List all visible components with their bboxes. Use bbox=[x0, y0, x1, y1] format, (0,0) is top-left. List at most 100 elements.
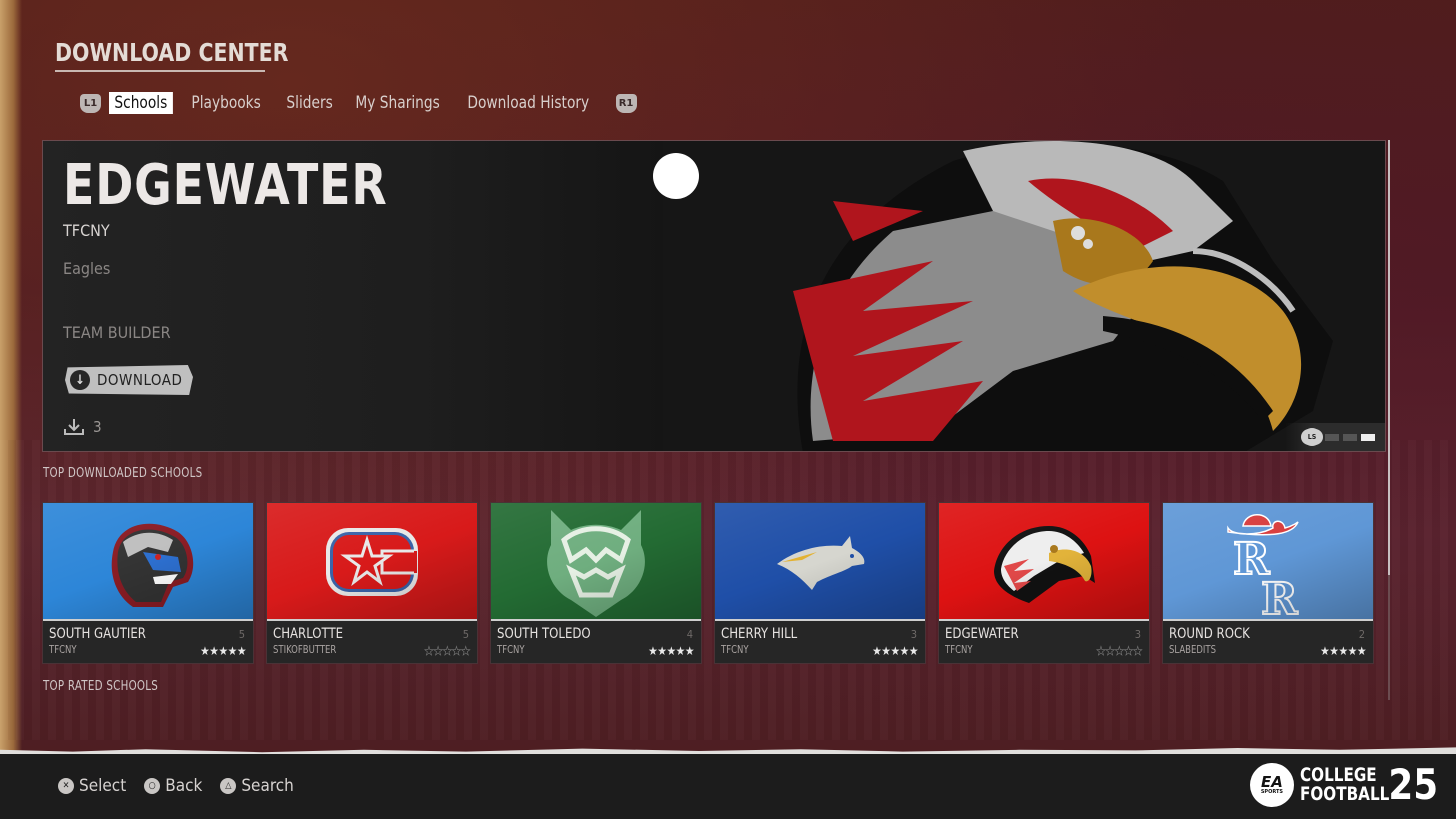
hint-label: Search bbox=[241, 776, 294, 796]
school-card[interactable]: R R ROUND ROCK SLABEDITS 2 ★★★★★ bbox=[1162, 502, 1374, 664]
hint-label: Select bbox=[79, 776, 127, 796]
star-empty-icon: ★ bbox=[1096, 644, 1106, 659]
game-logo: EA SPORTS COLLEGE FOOTBALL 25 bbox=[1249, 760, 1442, 809]
star-filled-icon: ★ bbox=[236, 644, 247, 658]
tab-my-sharings[interactable]: My Sharings bbox=[350, 92, 445, 114]
card-footer: ROUND ROCK SLABEDITS 2 ★★★★★ bbox=[1163, 621, 1373, 663]
top-downloaded-list: SOUTH GAUTIER TFCNY 5 ★★★★★ CHARLOTTE ST… bbox=[42, 502, 1374, 664]
card-download-count: 3 bbox=[1134, 628, 1141, 641]
star-filled-icon: ★ bbox=[675, 644, 686, 658]
featured-mascot: Eagles bbox=[63, 259, 111, 278]
card-download-count: 2 bbox=[1358, 628, 1365, 641]
school-card[interactable]: SOUTH TOLEDO TFCNY 4 ★★★★★ bbox=[490, 502, 702, 664]
school-card[interactable]: SOUTH GAUTIER TFCNY 5 ★★★★★ bbox=[42, 502, 254, 664]
hint-back[interactable]: ○ Back bbox=[144, 776, 202, 796]
download-tray-icon bbox=[64, 419, 84, 435]
star-filled-icon: ★ bbox=[648, 644, 658, 658]
brand-year: 25 bbox=[1387, 760, 1438, 809]
card-school-name: CHARLOTTE bbox=[273, 626, 344, 642]
pager-dot-active[interactable] bbox=[1361, 433, 1375, 441]
triangle-button-icon: △ bbox=[220, 778, 237, 794]
hint-label: Back bbox=[165, 776, 203, 796]
card-rating-stars: ★★★★★ bbox=[200, 644, 246, 658]
star-empty-icon: ★ bbox=[1114, 644, 1124, 659]
card-school-name: CHERRY HILL bbox=[721, 626, 798, 642]
tab-sliders[interactable]: Sliders bbox=[281, 92, 338, 114]
card-rating-stars: ★★★★★ bbox=[872, 644, 918, 658]
featured-school-name: EDGEWATER bbox=[63, 153, 388, 218]
card-footer: EDGEWATER TFCNY 3 ★★★★★ bbox=[939, 621, 1149, 663]
card-footer: SOUTH GAUTIER TFCNY 5 ★★★★★ bbox=[43, 621, 253, 663]
star-filled-icon: ★ bbox=[872, 644, 882, 658]
button-hints: ✕ Select ○ Back △ Search bbox=[58, 776, 294, 796]
ea-sports-logo-icon: EA SPORTS bbox=[1249, 762, 1294, 807]
svg-text:R: R bbox=[1261, 574, 1298, 618]
star-filled-icon: ★ bbox=[666, 644, 676, 658]
hint-select[interactable]: ✕ Select bbox=[58, 776, 126, 796]
card-image: R R bbox=[1163, 503, 1373, 621]
card-footer: CHARLOTTE STIKOFBUTTER 5 ★★★★★ bbox=[267, 621, 477, 663]
star-filled-icon: ★ bbox=[227, 644, 238, 658]
featured-eagle-logo bbox=[793, 141, 1333, 451]
scrollbar[interactable] bbox=[1388, 140, 1390, 700]
star-filled-icon: ★ bbox=[1320, 644, 1330, 658]
wildcat-logo-icon bbox=[547, 510, 645, 617]
star-empty-icon: ★ bbox=[442, 644, 452, 659]
card-rating-stars: ★★★★★ bbox=[1320, 644, 1366, 658]
star-filled-icon: ★ bbox=[899, 644, 910, 658]
svg-text:R: R bbox=[1233, 534, 1270, 585]
star-filled-icon: ★ bbox=[218, 644, 228, 658]
card-download-count: 4 bbox=[686, 628, 693, 641]
star-empty-icon: ★ bbox=[424, 644, 434, 659]
school-card[interactable]: CHERRY HILL TFCNY 3 ★★★★★ bbox=[714, 502, 926, 664]
card-image bbox=[715, 503, 925, 621]
tab-playbooks[interactable]: Playbooks bbox=[186, 92, 266, 114]
card-download-count: 3 bbox=[910, 628, 917, 641]
card-rating-stars: ★★★★★ bbox=[424, 644, 471, 659]
pager-dot[interactable] bbox=[1325, 433, 1339, 441]
cross-button-icon: ✕ bbox=[58, 778, 74, 794]
tab-schools[interactable]: Schools bbox=[109, 92, 173, 114]
tab-download-history[interactable]: Download History bbox=[462, 92, 595, 114]
star-filled-icon: ★ bbox=[1347, 644, 1358, 658]
card-school-name: EDGEWATER bbox=[945, 626, 1019, 642]
pager-dot[interactable] bbox=[1343, 433, 1357, 441]
title-underline bbox=[55, 70, 265, 72]
hint-search[interactable]: △ Search bbox=[220, 776, 294, 796]
star-empty-icon: ★ bbox=[460, 644, 471, 659]
left-stick-icon: LS bbox=[1303, 428, 1321, 446]
eagle-logo-icon bbox=[994, 526, 1095, 603]
school-card[interactable]: CHARLOTTE STIKOFBUTTER 5 ★★★★★ bbox=[266, 502, 478, 664]
card-image bbox=[43, 503, 253, 621]
carousel-pager[interactable]: LS bbox=[1285, 423, 1385, 451]
school-card[interactable]: EDGEWATER TFCNY 3 ★★★★★ bbox=[938, 502, 1150, 664]
card-image bbox=[267, 503, 477, 621]
card-rating-stars: ★★★★★ bbox=[648, 644, 694, 658]
card-footer: CHERRY HILL TFCNY 3 ★★★★★ bbox=[715, 621, 925, 663]
download-arrow-icon: ↓ bbox=[70, 370, 90, 390]
section-title-top-rated: TOP RATED SCHOOLS bbox=[43, 679, 159, 694]
scrollbar-thumb[interactable] bbox=[1388, 140, 1390, 575]
r1-bumper-icon[interactable]: R1 bbox=[615, 93, 637, 113]
featured-author: TFCNY bbox=[63, 221, 110, 240]
download-count: 3 bbox=[63, 418, 102, 436]
featured-type: TEAM BUILDER bbox=[63, 323, 171, 342]
featured-school-panel[interactable]: EDGEWATER TFCNY Eagles TEAM BUILDER ↓ DO… bbox=[42, 140, 1386, 452]
section-title-top-downloaded: TOP DOWNLOADED SCHOOLS bbox=[43, 466, 203, 481]
card-rating-stars: ★★★★★ bbox=[1096, 644, 1143, 659]
card-footer: SOUTH TOLEDO TFCNY 4 ★★★★★ bbox=[491, 621, 701, 663]
star-filled-icon: ★ bbox=[684, 644, 695, 658]
card-image bbox=[939, 503, 1149, 621]
rr-cowboy-hat-logo-icon: R R bbox=[1227, 514, 1299, 618]
download-button[interactable]: ↓ DOWNLOAD bbox=[65, 365, 193, 395]
star-empty-icon: ★ bbox=[1132, 644, 1143, 659]
star-filled-icon: ★ bbox=[890, 644, 900, 658]
circle-button-icon: ○ bbox=[144, 778, 161, 794]
l1-bumper-icon[interactable]: L1 bbox=[80, 93, 101, 113]
card-school-name: SOUTH TOLEDO bbox=[497, 626, 591, 642]
star-empty-icon: ★ bbox=[451, 644, 461, 659]
tiger-logo-icon bbox=[111, 523, 194, 607]
download-count-value: 3 bbox=[93, 418, 102, 436]
card-school-name: ROUND ROCK bbox=[1169, 626, 1250, 642]
card-download-count: 5 bbox=[238, 628, 245, 641]
